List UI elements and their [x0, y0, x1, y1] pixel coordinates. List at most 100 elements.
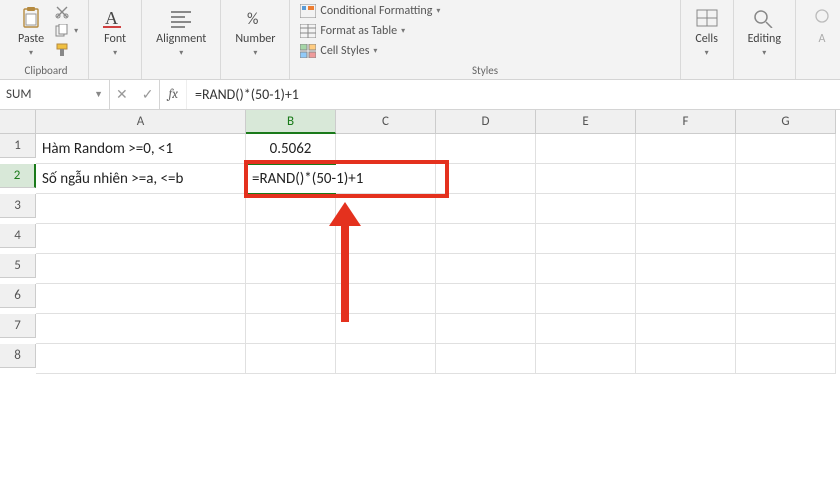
alignment-button[interactable]: Alignment ▾: [152, 4, 210, 60]
cut-icon[interactable]: [54, 4, 78, 20]
enter-icon[interactable]: ✓: [142, 86, 154, 103]
cell-F1[interactable]: [636, 134, 736, 164]
cell-A7[interactable]: [36, 314, 246, 344]
svg-text:%: %: [247, 10, 258, 28]
cell-F7[interactable]: [636, 314, 736, 344]
group-label-number: [254, 64, 257, 77]
chevron-down-icon: ▾: [179, 48, 183, 58]
cell-G7[interactable]: [736, 314, 836, 344]
row-header-2[interactable]: 2: [0, 164, 36, 188]
cell-A4[interactable]: [36, 224, 246, 254]
cell-styles-button[interactable]: Cell Styles ▾: [300, 44, 440, 58]
cell-A8[interactable]: [36, 344, 246, 374]
col-header-F[interactable]: F: [636, 110, 736, 134]
row-header-5[interactable]: 5: [0, 254, 36, 278]
cell-D1[interactable]: [436, 134, 536, 164]
cell-D6[interactable]: [436, 284, 536, 314]
cell-G3[interactable]: [736, 194, 836, 224]
cell-G1[interactable]: [736, 134, 836, 164]
cell-C8[interactable]: [336, 344, 436, 374]
cell-A6[interactable]: [36, 284, 246, 314]
number-button[interactable]: % Number ▾: [231, 4, 279, 60]
cell-B1[interactable]: 0.5062: [246, 134, 336, 164]
row-header-3[interactable]: 3: [0, 194, 36, 218]
format-as-table-button[interactable]: Format as Table ▾: [300, 24, 440, 38]
overflow-button[interactable]: A: [806, 4, 838, 48]
col-header-C[interactable]: C: [336, 110, 436, 134]
formula-controls: ✕ ✓: [110, 80, 160, 109]
cell-F5[interactable]: [636, 254, 736, 284]
cells-icon: [695, 6, 719, 30]
group-label-styles: Styles: [472, 64, 498, 77]
cell-B5[interactable]: [246, 254, 336, 284]
cell-C1[interactable]: [336, 134, 436, 164]
cell-E6[interactable]: [536, 284, 636, 314]
format-painter-icon[interactable]: [54, 42, 78, 58]
cell-C4[interactable]: [336, 224, 436, 254]
conditional-formatting-button[interactable]: Conditional Formatting ▾: [300, 4, 440, 18]
cell-F4[interactable]: [636, 224, 736, 254]
cell-B3[interactable]: [246, 194, 336, 224]
chevron-down-icon: ▾: [436, 6, 440, 16]
cell-G5[interactable]: [736, 254, 836, 284]
cell-C3[interactable]: [336, 194, 436, 224]
cell-A5[interactable]: [36, 254, 246, 284]
cell-F6[interactable]: [636, 284, 736, 314]
cell-E2[interactable]: [536, 164, 636, 194]
font-label: Font: [104, 32, 126, 46]
font-button[interactable]: A Font ▾: [99, 4, 131, 60]
select-all-corner[interactable]: [0, 110, 36, 134]
copy-button[interactable]: ▾: [54, 24, 78, 38]
col-header-B[interactable]: B: [246, 110, 336, 134]
cell-A1[interactable]: Hàm Random >=0, <1: [36, 134, 246, 164]
cell-B7[interactable]: [246, 314, 336, 344]
name-box[interactable]: SUM ▼: [0, 80, 110, 109]
cell-F8[interactable]: [636, 344, 736, 374]
paste-button[interactable]: Paste ▾: [14, 4, 48, 60]
cell-E3[interactable]: [536, 194, 636, 224]
formula-input[interactable]: =RAND()*(50-1)+1: [187, 80, 840, 109]
row-header-4[interactable]: 4: [0, 224, 36, 248]
cell-G2[interactable]: [736, 164, 836, 194]
worksheet[interactable]: A B C D E F G 1 Hàm Random >=0, <1 0.506…: [0, 110, 840, 374]
editing-button[interactable]: Editing ▾: [744, 4, 785, 60]
cell-B8[interactable]: [246, 344, 336, 374]
cell-D2[interactable]: [436, 164, 536, 194]
cell-D8[interactable]: [436, 344, 536, 374]
col-header-E[interactable]: E: [536, 110, 636, 134]
cell-E7[interactable]: [536, 314, 636, 344]
ribbon-group-styles: Conditional Formatting ▾ Format as Table…: [290, 0, 680, 79]
cell-E4[interactable]: [536, 224, 636, 254]
cell-E1[interactable]: [536, 134, 636, 164]
cell-A3[interactable]: [36, 194, 246, 224]
cell-D3[interactable]: [436, 194, 536, 224]
cell-F2[interactable]: [636, 164, 736, 194]
ribbon-group-cells: Cells ▾: [681, 0, 734, 79]
fx-label[interactable]: fx: [160, 80, 187, 109]
cell-C6[interactable]: [336, 284, 436, 314]
cell-B6[interactable]: [246, 284, 336, 314]
row-header-8[interactable]: 8: [0, 344, 36, 368]
cell-B4[interactable]: [246, 224, 336, 254]
cell-G6[interactable]: [736, 284, 836, 314]
cells-button[interactable]: Cells ▾: [691, 4, 723, 60]
cancel-icon[interactable]: ✕: [116, 86, 128, 103]
col-header-G[interactable]: G: [736, 110, 836, 134]
col-header-A[interactable]: A: [36, 110, 246, 134]
cell-G4[interactable]: [736, 224, 836, 254]
cell-C5[interactable]: [336, 254, 436, 284]
cell-D5[interactable]: [436, 254, 536, 284]
row-header-7[interactable]: 7: [0, 314, 36, 338]
cell-A2[interactable]: Số ngẫu nhiên >=a, <=b: [36, 164, 246, 194]
cell-D7[interactable]: [436, 314, 536, 344]
cell-F3[interactable]: [636, 194, 736, 224]
cell-C7[interactable]: [336, 314, 436, 344]
cell-E5[interactable]: [536, 254, 636, 284]
cell-D4[interactable]: [436, 224, 536, 254]
cell-G8[interactable]: [736, 344, 836, 374]
row-header-6[interactable]: 6: [0, 284, 36, 308]
row-header-1[interactable]: 1: [0, 134, 36, 158]
cell-E8[interactable]: [536, 344, 636, 374]
ribbon-group-overflow: A: [796, 0, 840, 79]
col-header-D[interactable]: D: [436, 110, 536, 134]
